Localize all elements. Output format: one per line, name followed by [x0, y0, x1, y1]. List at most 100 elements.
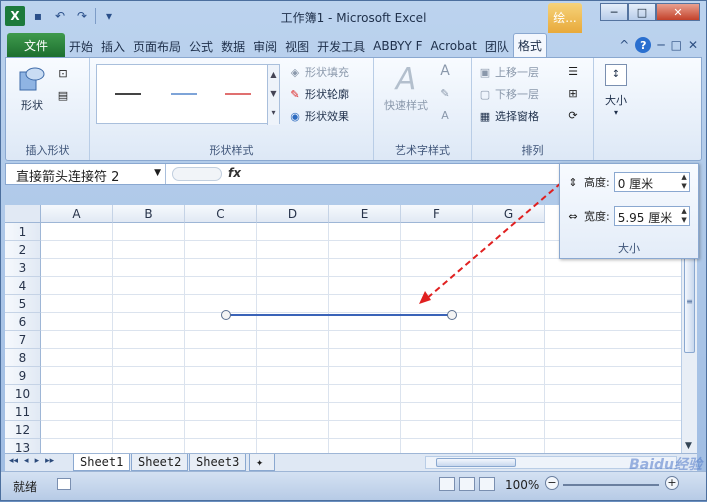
sheet-tab-sheet2[interactable]: Sheet2: [131, 454, 189, 471]
collapse-ribbon-icon[interactable]: ^: [619, 38, 629, 52]
text-outline-icon[interactable]: ✎: [438, 86, 452, 100]
text-effect-icon[interactable]: A: [438, 108, 452, 122]
width-input[interactable]: 5.95 厘米 ▲ ▼: [613, 206, 690, 226]
minimize-button[interactable]: ─: [600, 3, 628, 21]
select-all-corner[interactable]: [5, 205, 41, 223]
row-header-5[interactable]: 5: [5, 295, 41, 313]
help-icon[interactable]: ?: [635, 37, 652, 53]
shapes-button[interactable]: 形状: [14, 64, 50, 113]
maximize-button[interactable]: □: [628, 3, 656, 21]
doc-minimize-icon[interactable]: ─: [657, 38, 664, 52]
drawing-tools-context-tab[interactable]: 绘...: [548, 3, 582, 33]
shape-style-gallery[interactable]: ▲ ▼ ▾: [96, 64, 280, 125]
sheet-tab-sheet3[interactable]: Sheet3: [189, 454, 247, 471]
row-header-1[interactable]: 1: [5, 223, 41, 241]
grid-row-line: [41, 348, 681, 349]
page-break-view-button[interactable]: [479, 477, 495, 491]
zoom-level[interactable]: 100%: [505, 478, 539, 492]
size-popup-label: 大小: [618, 242, 640, 255]
height-input[interactable]: 0 厘米 ▲ ▼: [613, 172, 690, 192]
insert-sheet-icon[interactable]: ✦: [249, 454, 275, 471]
macro-record-icon[interactable]: [57, 478, 71, 490]
tab-format[interactable]: 格式: [512, 33, 547, 57]
tab-data[interactable]: 数据: [217, 35, 249, 57]
column-header-c[interactable]: C: [185, 205, 257, 223]
height-spinner-icon[interactable]: ▲ ▼: [681, 173, 686, 191]
next-sheet-icon[interactable]: ▸: [35, 456, 40, 466]
zoom-slider[interactable]: [563, 484, 659, 486]
column-header-e[interactable]: E: [329, 205, 401, 223]
grid-row-line: [41, 276, 681, 277]
size-button[interactable]: ↕ 大小 ▾: [598, 64, 634, 117]
grid-row-line: [41, 384, 681, 385]
tab-formulas[interactable]: 公式: [185, 35, 217, 57]
row-header-11[interactable]: 11: [5, 403, 41, 421]
group-icon[interactable]: ⊞: [566, 86, 580, 100]
text-fill-icon[interactable]: A: [438, 63, 452, 79]
align-icon[interactable]: ☰: [566, 64, 580, 78]
vertical-scroll-thumb[interactable]: ≡: [684, 253, 695, 353]
tab-insert[interactable]: 插入: [97, 35, 129, 57]
row-header-9[interactable]: 9: [5, 367, 41, 385]
zoom-in-button[interactable]: +: [665, 476, 679, 490]
style-swatch-red[interactable]: [225, 93, 251, 95]
shape-fill-button[interactable]: ◈ 形状填充: [288, 62, 349, 82]
row-header-12[interactable]: 12: [5, 421, 41, 439]
column-header-b[interactable]: B: [113, 205, 185, 223]
width-spinner-icon[interactable]: ▲ ▼: [681, 207, 686, 225]
formula-bar-toggle[interactable]: [172, 167, 222, 181]
close-button[interactable]: ✕: [656, 3, 700, 21]
column-header-g[interactable]: G: [473, 205, 545, 223]
column-header-f[interactable]: F: [401, 205, 473, 223]
insert-function-icon[interactable]: fx: [228, 166, 241, 180]
style-swatch-blue[interactable]: [171, 93, 197, 95]
grid-row-line: [41, 330, 681, 331]
prev-sheet-icon[interactable]: ◂: [24, 456, 29, 466]
sheet-tab-sheet1[interactable]: Sheet1: [73, 454, 131, 471]
row-header-3[interactable]: 3: [5, 259, 41, 277]
gallery-scroll[interactable]: ▲ ▼ ▾: [267, 65, 279, 125]
selection-pane-button[interactable]: ▦ 选择窗格: [478, 106, 539, 126]
name-box-dropdown-icon[interactable]: ▼: [154, 168, 161, 178]
column-header-d[interactable]: D: [257, 205, 329, 223]
tab-team[interactable]: 团队: [481, 35, 513, 57]
rotate-icon[interactable]: ⟳: [566, 108, 580, 122]
tab-review[interactable]: 审阅: [249, 35, 281, 57]
shape-effect-button[interactable]: ◉ 形状效果: [288, 106, 349, 126]
shape-outline-button[interactable]: ✎ 形状轮廓: [288, 84, 349, 104]
column-header-a[interactable]: A: [41, 205, 113, 223]
grid-row-line: [41, 312, 681, 313]
bring-forward-button[interactable]: ▣ 上移一层: [478, 62, 539, 82]
zoom-out-button[interactable]: −: [545, 476, 559, 490]
tab-developer[interactable]: 开发工具: [313, 35, 369, 57]
row-header-8[interactable]: 8: [5, 349, 41, 367]
row-header-7[interactable]: 7: [5, 331, 41, 349]
row-header-4[interactable]: 4: [5, 277, 41, 295]
style-swatch-dark[interactable]: [115, 93, 141, 95]
row-header-13[interactable]: 13: [5, 439, 41, 453]
text-box-icon[interactable]: ▤: [56, 88, 70, 102]
sheet-tab-bar: ◂◂ ◂ ▸ ▸▸ Sheet1 Sheet2 Sheet3 ✦: [5, 453, 697, 471]
first-sheet-icon[interactable]: ◂◂: [9, 456, 18, 466]
tab-view[interactable]: 视图: [281, 35, 313, 57]
doc-close-icon[interactable]: ✕: [688, 38, 698, 52]
page-layout-view-button[interactable]: [459, 477, 475, 491]
tab-page-layout[interactable]: 页面布局: [129, 35, 185, 57]
quick-styles-button[interactable]: A 快速样式: [378, 62, 434, 113]
scroll-down-icon[interactable]: ▼: [685, 441, 692, 451]
row-header-2[interactable]: 2: [5, 241, 41, 259]
horizontal-scroll-thumb[interactable]: [436, 458, 516, 467]
tab-home[interactable]: 开始: [65, 35, 97, 57]
normal-view-button[interactable]: [439, 477, 455, 491]
effect-icon: ◉: [290, 109, 300, 123]
doc-restore-icon[interactable]: □: [671, 38, 682, 52]
row-header-10[interactable]: 10: [5, 385, 41, 403]
edit-shape-icon[interactable]: ⊡: [56, 66, 70, 80]
name-box[interactable]: 直接箭头连接符 2 ▼: [6, 164, 166, 185]
tab-acrobat[interactable]: Acrobat: [427, 35, 481, 57]
row-header-6[interactable]: 6: [5, 313, 41, 331]
last-sheet-icon[interactable]: ▸▸: [45, 456, 54, 466]
tab-file[interactable]: 文件: [7, 33, 65, 57]
tab-abbyy[interactable]: ABBYY F: [369, 35, 426, 57]
send-backward-button[interactable]: ▢ 下移一层: [478, 84, 539, 104]
